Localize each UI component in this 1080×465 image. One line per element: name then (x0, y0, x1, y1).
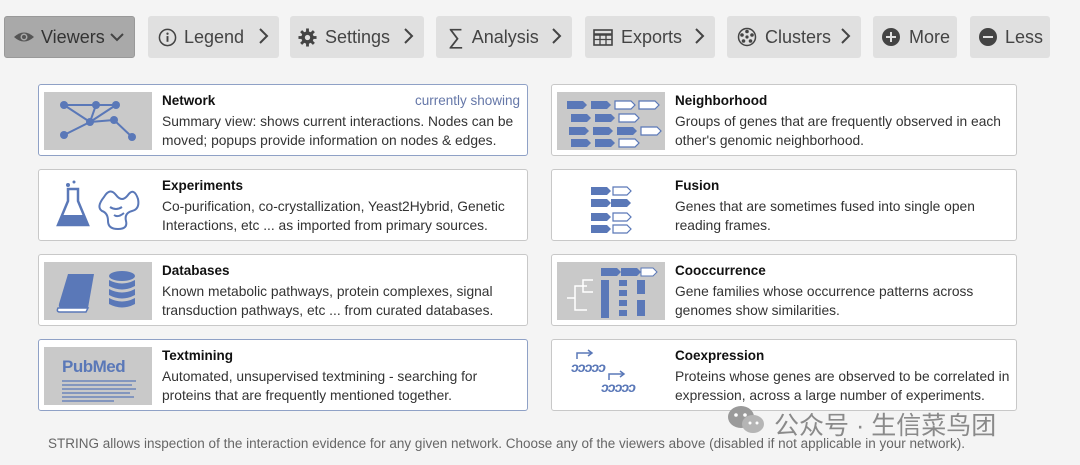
viewer-description: Proteins whose genes are observed to be … (675, 369, 1010, 403)
viewer-toolbar: Viewers Legend Settings ∑ Analysis Expor… (4, 16, 1080, 58)
less-button[interactable]: Less (970, 16, 1050, 58)
cooccurrence-thumbnail (557, 262, 665, 320)
minus-circle-icon (978, 27, 998, 47)
viewer-description: Groups of genes that are frequently obse… (675, 114, 1001, 148)
viewer-description: Known metabolic pathways, protein comple… (162, 284, 494, 318)
viewer-title: Network (162, 93, 216, 108)
eye-icon (13, 30, 35, 44)
fusion-thumbnail (557, 177, 665, 235)
viewer-card-coexpression[interactable]: ɔɔɔɔɔ ɔɔɔɔɔ Coexpression Proteins whose … (551, 339, 1017, 411)
fused-genes-icon (591, 186, 632, 234)
viewers-label: Viewers (41, 26, 105, 47)
network-thumbnail (44, 92, 152, 150)
viewer-title: Textmining (162, 348, 234, 363)
viewer-description: Gene families whose occurrence patterns … (675, 284, 974, 318)
currently-showing-note: currently showing (414, 93, 520, 108)
exports-label: Exports (621, 26, 683, 47)
chevron-right-icon (839, 27, 851, 45)
viewer-title: Coexpression (675, 348, 765, 363)
book-database-icon (56, 271, 135, 313)
chevron-right-icon (693, 27, 705, 45)
viewer-card-textmining[interactable]: PubMed Textmining Automated, unsupervise… (38, 339, 528, 411)
exports-tab[interactable]: Exports (585, 16, 715, 58)
chevron-down-icon (109, 31, 125, 43)
clusters-label: Clusters (765, 26, 832, 47)
text-lines-icon (62, 380, 136, 402)
flask-protein-icon (56, 180, 140, 231)
table-icon (593, 28, 613, 46)
viewer-card-fusion[interactable]: Fusion Genes that are sometimes fused in… (551, 169, 1017, 241)
settings-tab[interactable]: Settings (290, 16, 424, 58)
analysis-label: Analysis (471, 26, 539, 47)
viewer-title: Fusion (675, 178, 720, 193)
viewer-description: Genes that are sometimes fused into sing… (675, 199, 975, 233)
clusters-icon (737, 27, 757, 47)
viewer-title: Experiments (162, 178, 244, 193)
chevron-right-icon (550, 27, 562, 45)
viewer-description: Summary view: shows current interactions… (162, 114, 514, 148)
viewers-tab[interactable]: Viewers (4, 16, 135, 58)
more-button[interactable]: More (873, 16, 957, 58)
viewer-card-neighborhood[interactable]: Neighborhood Groups of genes that are fr… (551, 84, 1017, 156)
gear-icon (298, 27, 317, 47)
viewer-description: Automated, unsupervised textmining - sea… (162, 369, 478, 403)
viewer-card-network[interactable]: Network currently showing Summary view: … (38, 84, 528, 156)
textmining-thumbnail: PubMed (44, 347, 152, 405)
less-label: Less (1005, 26, 1044, 47)
viewer-description: Co-purification, co-crystallization, Yea… (162, 199, 505, 233)
gene-arrows-icon (567, 100, 662, 148)
viewer-card-databases[interactable]: Databases Known metabolic pathways, prot… (38, 254, 528, 326)
analysis-tab[interactable]: ∑ Analysis (436, 16, 572, 58)
clusters-tab[interactable]: Clusters (727, 16, 861, 58)
viewer-card-experiments[interactable]: Experiments Co-purification, co-crystall… (38, 169, 528, 241)
transcription-arrows-icon (576, 349, 626, 380)
experiments-thumbnail (44, 177, 152, 235)
coexpression-thumbnail: ɔɔɔɔɔ ɔɔɔɔɔ (557, 347, 665, 405)
network-graph-icon (60, 101, 136, 141)
info-icon (158, 28, 177, 47)
viewer-card-cooccurrence[interactable]: Cooccurrence Gene families whose occurre… (551, 254, 1017, 326)
neighborhood-thumbnail (557, 92, 665, 150)
plus-circle-icon (881, 27, 901, 47)
legend-label: Legend (184, 26, 245, 47)
footer-text: STRING allows inspection of the interact… (48, 436, 965, 451)
more-label: More (909, 26, 951, 47)
chevron-right-icon (402, 27, 414, 45)
viewer-title: Databases (162, 263, 230, 278)
settings-label: Settings (325, 26, 391, 47)
sigma-icon: ∑ (448, 24, 464, 49)
viewer-title: Neighborhood (675, 93, 768, 108)
viewer-title: Cooccurrence (675, 263, 766, 278)
phylogeny-matrix-icon (567, 267, 658, 318)
databases-thumbnail (44, 262, 152, 320)
chevron-right-icon (257, 27, 269, 45)
legend-tab[interactable]: Legend (148, 16, 279, 58)
